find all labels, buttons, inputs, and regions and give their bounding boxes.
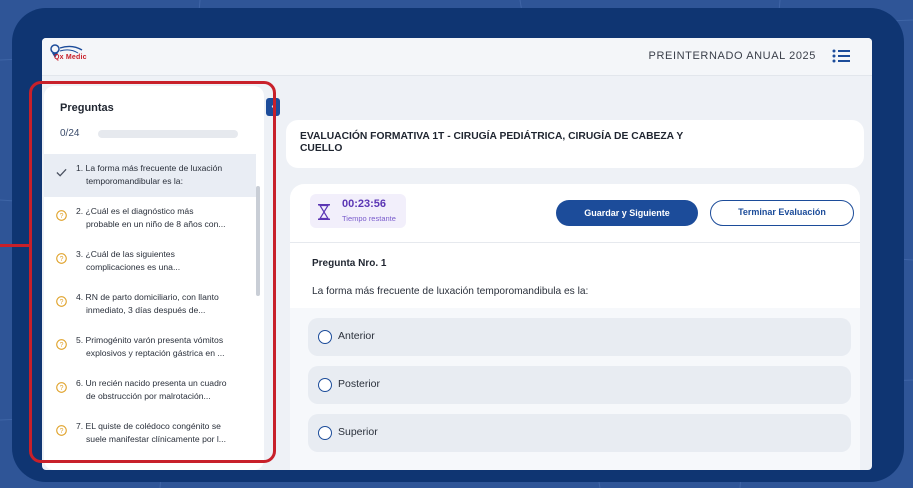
svg-text:?: ? [60, 299, 64, 306]
list-item[interactable]: ? 6. Un recién nacido presenta un cuadro d… [44, 369, 256, 412]
timer-value: 00:23:56 [342, 198, 387, 210]
top-bar: Qx Medic PREINTERNADO ANUAL 2025 [42, 38, 872, 76]
list-item-line1: 5. Primogénito varón presenta vómitos [76, 335, 224, 345]
save-next-button[interactable]: Guardar y Siguiente [556, 200, 698, 226]
answer-option-label: Anterior [338, 330, 375, 342]
radio-button[interactable] [318, 330, 332, 344]
list-item-text: 2. ¿Cuál es el diagnóstico más probable e… [76, 205, 252, 231]
progress-bar [98, 130, 238, 138]
end-evaluation-button[interactable]: Terminar Evaluación [710, 200, 854, 226]
evaluation-header: EVALUACIÓN FORMATIVA 1T - CIRUGÍA PEDIÁT… [286, 120, 864, 168]
answer-option[interactable]: Superior [308, 414, 851, 452]
list-item[interactable]: ? 2. ¿Cuál es el diagnóstico más probable … [44, 197, 256, 240]
list-item-line2: probable en un niño de 8 años con... [86, 219, 226, 229]
question-mark-icon: ? [56, 253, 67, 264]
list-item[interactable]: 1. La forma más frecuente de luxación tem… [44, 154, 256, 197]
list-item-line2: temporomandibular es la: [86, 176, 183, 186]
sidebar-title: Preguntas [60, 102, 114, 114]
list-item-text: 3. ¿Cuál de las siguientes complicaciones… [76, 248, 252, 274]
question-mark-icon: ? [56, 425, 67, 436]
question-list: 1. La forma más frecuente de luxación tem… [44, 154, 256, 455]
list-item[interactable]: ? 3. ¿Cuál de las siguientes complicacione… [44, 240, 256, 283]
list-item-text: 6. Un recién nacido presenta un cuadro de… [76, 377, 252, 403]
app-screen: Qx Medic PREINTERNADO ANUAL 2025 Pregunt… [42, 38, 872, 470]
list-item-line1: 2. ¿Cuál es el diagnóstico más [76, 206, 194, 216]
timer-box: 00:23:56 Tiempo restante [310, 194, 406, 228]
questions-sidebar: Preguntas 0/24 1. La forma más frecuente… [44, 86, 264, 470]
list-menu-icon[interactable] [832, 48, 850, 64]
highlight-pointer [0, 244, 30, 247]
radio-button[interactable] [318, 426, 332, 440]
list-item-text: 5. Primogénito varón presenta vómitos exp… [76, 334, 252, 360]
svg-text:?: ? [60, 256, 64, 263]
evaluation-title-line2: CUELLO [300, 143, 343, 154]
divider [290, 242, 860, 243]
list-item[interactable]: ? 5. Primogénito varón presenta vómitos ex… [44, 326, 256, 369]
list-item-line2: explosivos y reptación gástrica en ... [86, 348, 225, 358]
collapse-sidebar-button[interactable]: ‹ [266, 98, 280, 116]
svg-text:?: ? [60, 342, 64, 349]
sidebar-scrollbar[interactable] [256, 186, 260, 296]
list-item-line2: de obstrucción por malrotación... [86, 391, 211, 401]
check-icon [56, 168, 67, 177]
answer-option-label: Posterior [338, 378, 381, 390]
question-number: Pregunta Nro. 1 [312, 258, 387, 269]
list-item-line1: 7. EL quiste de colédoco congénito se [76, 421, 221, 431]
list-item[interactable]: ? 7. EL quiste de colédoco congénito se su… [44, 412, 256, 455]
answer-option[interactable]: Anterior [308, 318, 851, 356]
question-mark-icon: ? [56, 382, 67, 393]
svg-text:?: ? [60, 385, 64, 392]
question-mark-icon: ? [56, 210, 67, 221]
svg-text:?: ? [60, 428, 64, 435]
list-item-line2: suele manifestar clínicamente por l... [86, 434, 226, 444]
answer-option-label: Superior [338, 426, 378, 438]
list-item-text: 4. RN de parto domiciliario, con llanto i… [76, 291, 252, 317]
list-item-line1: 1. La forma más frecuente de luxación [76, 163, 223, 173]
radio-button[interactable] [318, 378, 332, 392]
list-item[interactable]: ? 4. RN de parto domiciliario, con llanto… [44, 283, 256, 326]
evaluation-title: EVALUACIÓN FORMATIVA 1T - CIRUGÍA PEDIÁT… [300, 131, 790, 155]
brand-name: Qx Medic [54, 54, 87, 61]
question-mark-icon: ? [56, 296, 67, 307]
progress-count: 0/24 [60, 128, 80, 139]
list-item-text: 7. EL quiste de colédoco congénito se sue… [76, 420, 252, 446]
evaluation-title-line1: EVALUACIÓN FORMATIVA 1T - CIRUGÍA PEDIÁT… [300, 131, 684, 142]
hourglass-icon [318, 204, 330, 220]
question-card: 00:23:56 Tiempo restante Guardar y Sigui… [290, 184, 860, 470]
answer-option[interactable]: Posterior [308, 366, 851, 404]
list-item-line1: 6. Un recién nacido presenta un cuadro [76, 378, 227, 388]
list-item-line1: 4. RN de parto domiciliario, con llanto [76, 292, 219, 302]
program-title: PREINTERNADO ANUAL 2025 [648, 50, 816, 62]
timer-label: Tiempo restante [342, 214, 396, 223]
question-statement: La forma más frecuente de luxación tempo… [312, 286, 589, 297]
list-item-line2: complicaciones es una... [86, 262, 181, 272]
device-frame: Qx Medic PREINTERNADO ANUAL 2025 Pregunt… [12, 8, 904, 482]
list-item-line1: 3. ¿Cuál de las siguientes [76, 249, 175, 259]
list-item-line2: inmediato, 3 días después de... [86, 305, 206, 315]
list-item-text: 1. La forma más frecuente de luxación tem… [76, 162, 252, 188]
svg-text:?: ? [60, 213, 64, 220]
question-mark-icon: ? [56, 339, 67, 350]
